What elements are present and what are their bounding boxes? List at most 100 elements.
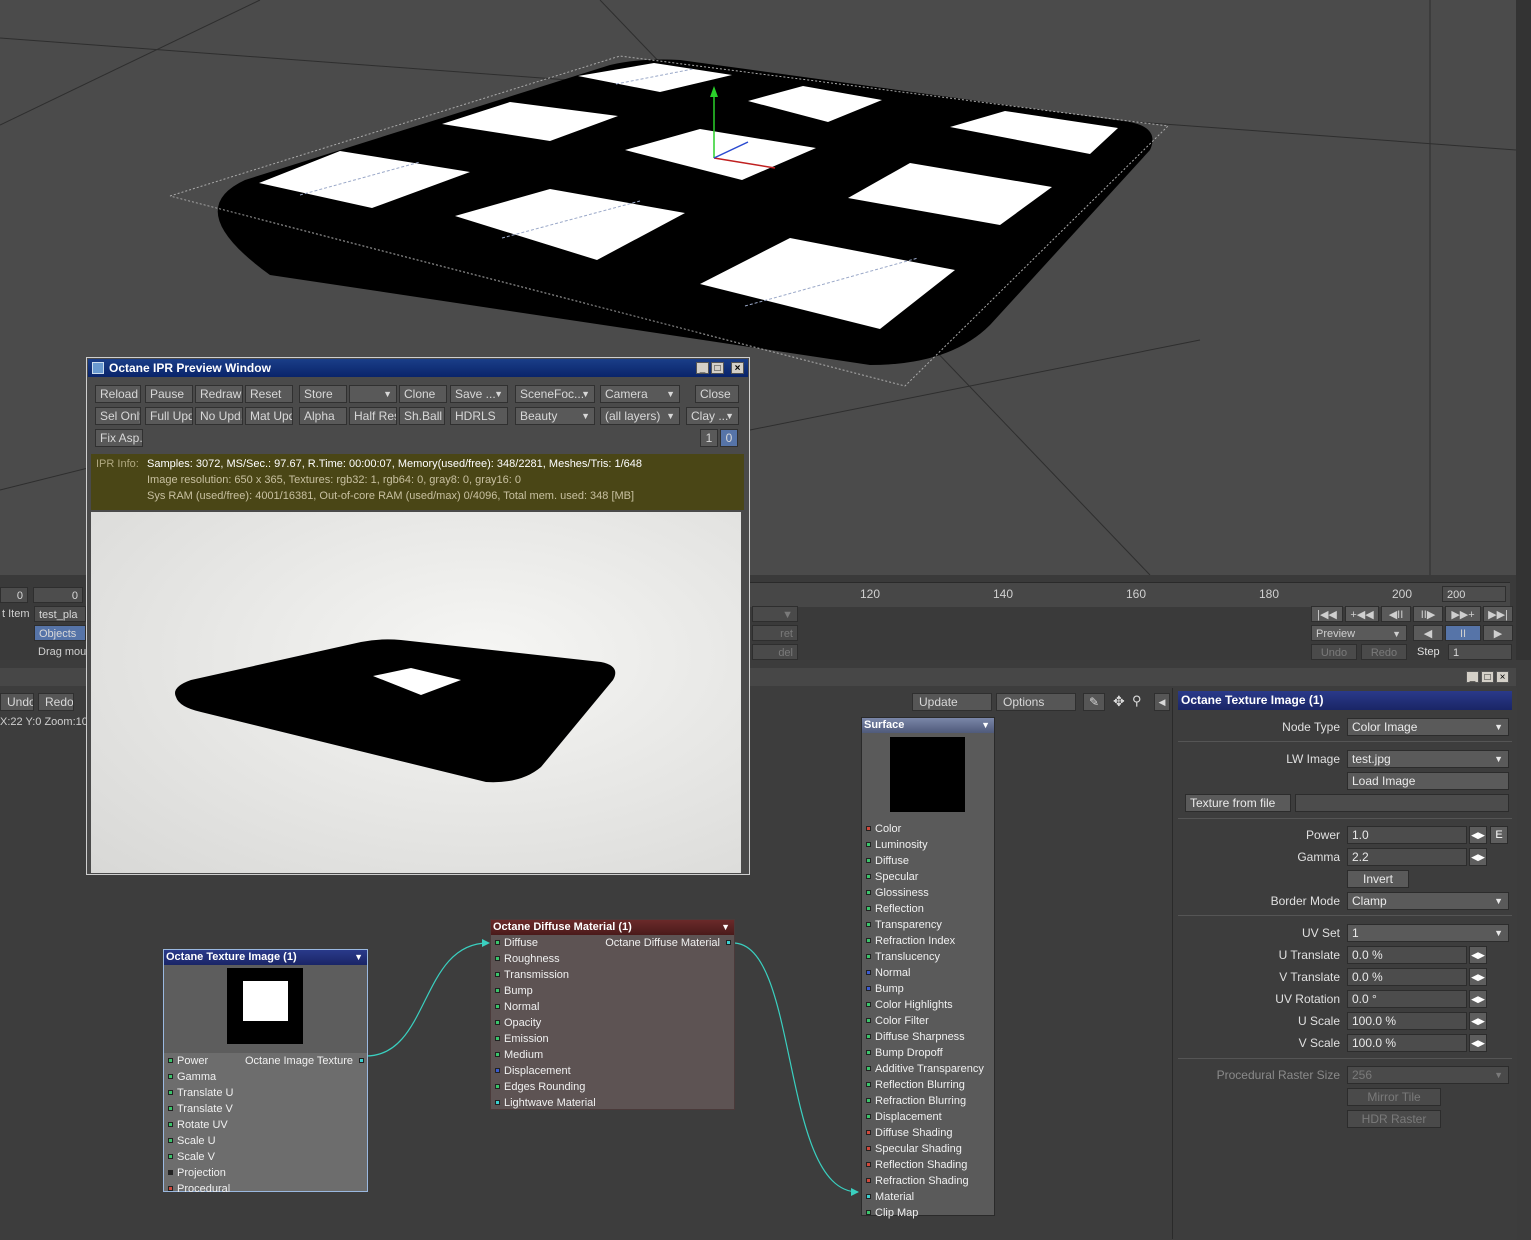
port-transparency[interactable]: Transparency bbox=[862, 917, 994, 933]
clone-button[interactable]: Clone bbox=[399, 385, 447, 403]
port-gamma[interactable]: Gamma bbox=[164, 1069, 367, 1085]
port-dot[interactable] bbox=[866, 1114, 871, 1119]
prev-key-button[interactable]: +◀◀ bbox=[1345, 606, 1379, 622]
port-dot[interactable] bbox=[168, 1090, 173, 1095]
port-bump-dropoff[interactable]: Bump Dropoff bbox=[862, 1045, 994, 1061]
mat-update-button[interactable]: Mat Upd bbox=[245, 407, 293, 425]
port-dot[interactable] bbox=[866, 826, 871, 831]
lw-image-dropdown[interactable]: test.jpg ▼ bbox=[1347, 750, 1509, 768]
port-diffuse[interactable]: Diffuse Octane Diffuse Material bbox=[491, 935, 734, 951]
hdr-raster-toggle[interactable]: HDR Raster bbox=[1347, 1110, 1441, 1128]
port-dot[interactable] bbox=[495, 1068, 500, 1073]
port-dot[interactable] bbox=[866, 842, 871, 847]
ipr-titlebar[interactable]: Octane IPR Preview Window _ □ × bbox=[88, 359, 748, 377]
node-title[interactable]: Octane Diffuse Material (1) ▼ bbox=[491, 920, 734, 935]
port-dot[interactable] bbox=[866, 970, 871, 975]
port-dot[interactable] bbox=[495, 988, 500, 993]
shader-ball-button[interactable]: Sh.Ball bbox=[399, 407, 445, 425]
port-specular-shading[interactable]: Specular Shading bbox=[862, 1141, 994, 1157]
ipr-render-view[interactable] bbox=[91, 512, 741, 873]
spinner-icon[interactable]: ◀▶ bbox=[1469, 946, 1487, 964]
port-dot[interactable] bbox=[866, 1018, 871, 1023]
port-displacement[interactable]: Displacement bbox=[491, 1063, 734, 1079]
port-displacement[interactable]: Displacement bbox=[862, 1109, 994, 1125]
options-button[interactable]: Options bbox=[996, 693, 1076, 711]
port-clip-map[interactable]: Clip Map bbox=[862, 1205, 994, 1221]
port-refraction-blurring[interactable]: Refraction Blurring bbox=[862, 1093, 994, 1109]
sel-only-button[interactable]: Sel Only bbox=[95, 407, 141, 425]
invert-toggle[interactable]: Invert bbox=[1347, 870, 1409, 888]
timeline-redo-button[interactable]: Redo bbox=[1361, 644, 1407, 660]
reload-button[interactable]: Reload bbox=[95, 385, 141, 403]
port-dot[interactable] bbox=[168, 1106, 173, 1111]
render-pass-dropdown[interactable]: Beauty ▼ bbox=[515, 407, 595, 425]
port-dot[interactable] bbox=[495, 1020, 500, 1025]
go-first-button[interactable]: |◀◀ bbox=[1311, 606, 1343, 622]
step-field[interactable]: 1 bbox=[1448, 644, 1512, 660]
node-type-dropdown[interactable]: Color Image ▼ bbox=[1347, 718, 1509, 736]
port-dot[interactable] bbox=[866, 1034, 871, 1039]
port-dot[interactable] bbox=[866, 1066, 871, 1071]
maximize-icon[interactable]: □ bbox=[711, 362, 724, 374]
port-emission[interactable]: Emission bbox=[491, 1031, 734, 1047]
port-diffuse-sharpness[interactable]: Diffuse Sharpness bbox=[862, 1029, 994, 1045]
store-button[interactable]: Store bbox=[299, 385, 347, 403]
preview-dropdown[interactable]: Preview ▼ bbox=[1311, 625, 1407, 641]
port-refraction-shading[interactable]: Refraction Shading bbox=[862, 1173, 994, 1189]
port-dot[interactable] bbox=[866, 1082, 871, 1087]
uv-set-dropdown[interactable]: 1 ▼ bbox=[1347, 924, 1509, 942]
go-last-button[interactable]: ▶▶| bbox=[1483, 606, 1513, 622]
key-dropdown[interactable]: ▼ bbox=[752, 606, 798, 622]
port-dot[interactable] bbox=[495, 1084, 500, 1089]
port-color-highlights[interactable]: Color Highlights bbox=[862, 997, 994, 1013]
port-power[interactable]: Power Octane Image Texture bbox=[164, 1053, 367, 1069]
close-icon[interactable]: × bbox=[731, 362, 744, 374]
port-color-filter[interactable]: Color Filter bbox=[862, 1013, 994, 1029]
power-field[interactable]: 1.0 bbox=[1347, 826, 1467, 844]
port-dot[interactable] bbox=[495, 1004, 500, 1009]
end-frame-field[interactable]: 200 bbox=[1442, 586, 1506, 602]
port-dot[interactable] bbox=[866, 1210, 871, 1215]
node-redo-button[interactable]: Redo bbox=[38, 693, 74, 711]
port-glossiness[interactable]: Glossiness bbox=[862, 885, 994, 901]
port-translucency[interactable]: Translucency bbox=[862, 949, 994, 965]
port-scale-v[interactable]: Scale V bbox=[164, 1149, 367, 1165]
create-key-button[interactable]: ret bbox=[752, 625, 798, 641]
port-translate-u[interactable]: Translate U bbox=[164, 1085, 367, 1101]
spinner-icon[interactable]: ◀▶ bbox=[1469, 848, 1487, 866]
play-button[interactable]: ▶ bbox=[1483, 625, 1513, 641]
uv-rotation-field[interactable]: 0.0 ° bbox=[1347, 990, 1467, 1008]
objects-button[interactable]: Objects bbox=[34, 625, 86, 641]
port-specular[interactable]: Specular bbox=[862, 869, 994, 885]
page-1-button[interactable]: 1 bbox=[700, 429, 718, 447]
v-translate-field[interactable]: 0.0 % bbox=[1347, 968, 1467, 986]
port-dot[interactable] bbox=[866, 1130, 871, 1135]
gamma-field[interactable]: 2.2 bbox=[1347, 848, 1467, 866]
spinner-icon[interactable]: ◀▶ bbox=[1469, 826, 1487, 844]
node-octane-texture-image[interactable]: Octane Texture Image (1) ▼ Power Octane Im… bbox=[163, 949, 368, 1195]
texture-file-path-field[interactable] bbox=[1295, 794, 1509, 812]
page-0-button[interactable]: 0 bbox=[720, 429, 738, 447]
port-dot[interactable] bbox=[866, 954, 871, 959]
port-dot[interactable] bbox=[866, 1178, 871, 1183]
port-roughness[interactable]: Roughness bbox=[491, 951, 734, 967]
envelope-button[interactable]: E bbox=[1490, 826, 1508, 844]
mirror-tile-toggle[interactable]: Mirror Tile bbox=[1347, 1088, 1441, 1106]
alpha-button[interactable]: Alpha bbox=[299, 407, 347, 425]
port-dot[interactable] bbox=[168, 1074, 173, 1079]
pen-icon[interactable]: ✎ bbox=[1083, 693, 1105, 711]
pause-render-button[interactable]: Pause bbox=[145, 385, 193, 403]
port-lightwave-material[interactable]: Lightwave Material bbox=[491, 1095, 734, 1111]
spinner-icon[interactable]: ◀▶ bbox=[1469, 968, 1487, 986]
pause-button[interactable]: II bbox=[1445, 625, 1481, 641]
close-icon[interactable]: × bbox=[1496, 671, 1509, 683]
port-procedural[interactable]: Procedural bbox=[164, 1181, 367, 1197]
port-opacity[interactable]: Opacity bbox=[491, 1015, 734, 1031]
node-undo-button[interactable]: Undo bbox=[0, 693, 34, 711]
node-surface[interactable]: Surface ▼ Color Luminosity Diffuse Specul… bbox=[861, 717, 995, 1219]
next-key-button[interactable]: ▶▶+ bbox=[1445, 606, 1481, 622]
reset-button[interactable]: Reset bbox=[245, 385, 293, 403]
port-bump[interactable]: Bump bbox=[862, 981, 994, 997]
current-item-select[interactable]: test_pla bbox=[34, 606, 86, 622]
output-dot[interactable] bbox=[726, 940, 731, 945]
